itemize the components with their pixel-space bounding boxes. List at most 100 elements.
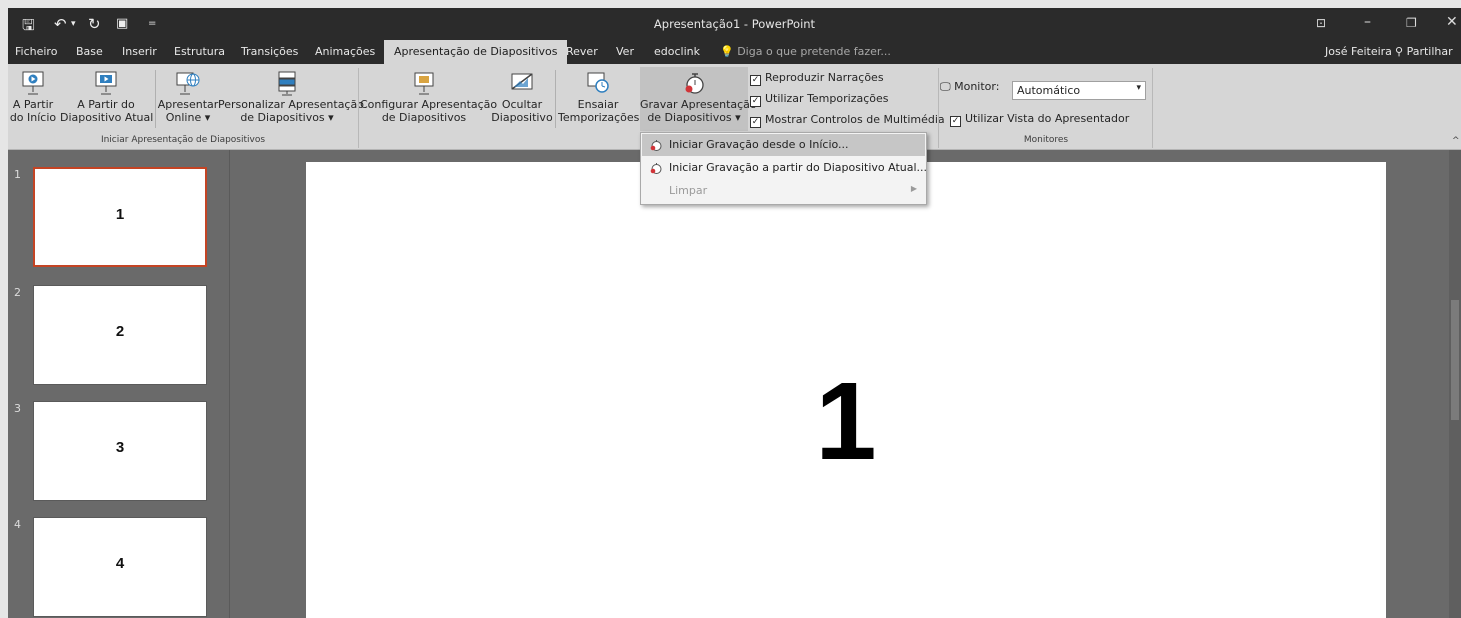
collapse-ribbon-icon[interactable]: ^: [1452, 136, 1460, 146]
media-controls-checkbox[interactable]: ✓ Mostrar Controlos de Multimédia: [750, 113, 945, 128]
window-title: Apresentação1 - PowerPoint: [653, 17, 816, 31]
setup-slide-show-button[interactable]: Configurar Apresentação de Diapositivos: [360, 70, 498, 124]
rehearse-line2: Temporizações: [558, 111, 640, 124]
setup-show-line1: Configurar Apresentação: [360, 98, 498, 111]
powerpoint-window: 🖫 ↶ ▾ ↻ ▣ = Apresentação1 - PowerPoint ⊡…: [8, 8, 1461, 618]
lightbulb-icon: 💡: [720, 45, 734, 58]
monitor-icon: 🖵: [940, 80, 951, 93]
slide-title-text[interactable]: 1: [306, 367, 1386, 477]
monitors-group-label: Monitores: [1023, 135, 1069, 145]
slide-thumbnail-text: 1: [115, 206, 125, 223]
custom-slide-show-button[interactable]: Personalizar Apresentação de Diapositivo…: [218, 70, 364, 124]
slide-thumbnail-2[interactable]: 2: [33, 285, 207, 385]
play-narrations-label: Reproduzir Narrações: [765, 71, 884, 84]
tab-insert[interactable]: Inserir: [122, 45, 157, 58]
record-line2: de Diapositivos ▾: [647, 111, 741, 124]
ribbon-display-options-icon[interactable]: ⊡: [1316, 16, 1326, 30]
tell-me-placeholder: Diga o que pretende fazer...: [737, 45, 891, 58]
group-separator: [1152, 68, 1153, 148]
from-current-line1: A Partir do: [77, 98, 135, 111]
slide-thumbnail-1[interactable]: 1: [33, 167, 207, 267]
slide-canvas[interactable]: 1: [306, 162, 1386, 618]
globe-projector-icon: [176, 72, 200, 95]
slide-thumbnail-text: 3: [115, 439, 125, 456]
slide-thumbnail-text: 4: [115, 555, 125, 572]
presenter-view-label: Utilizar Vista do Apresentador: [965, 112, 1130, 125]
scrollbar-thumb[interactable]: [1451, 300, 1459, 420]
rehearse-timings-button[interactable]: Ensaiar Temporizações: [558, 70, 640, 124]
record-line1: Gravar Apresentação: [640, 98, 757, 111]
projector-current-icon: [95, 71, 117, 95]
slide-thumbnail-4[interactable]: 4: [33, 517, 207, 617]
monitor-label: Monitor:: [954, 80, 1000, 93]
tab-review[interactable]: Rever: [566, 45, 598, 58]
title-bar: 🖫 ↶ ▾ ↻ ▣ = Apresentação1 - PowerPoint ⊡…: [8, 8, 1461, 40]
tab-design[interactable]: Estrutura: [174, 45, 225, 58]
record-stopwatch-icon: [685, 73, 704, 94]
monitor-select[interactable]: Automático ▾: [1012, 81, 1146, 100]
hide-slide-icon: [511, 73, 533, 90]
custom-show-icon: [278, 71, 296, 96]
slide-number: 3: [14, 402, 21, 415]
monitor-row: 🖵 Monitor:: [940, 80, 999, 94]
from-beginning-line2: do Início: [9, 111, 57, 124]
slide-number: 1: [14, 168, 21, 181]
setup-show-line2: de Diapositivos: [381, 111, 467, 124]
presenter-view-checkbox[interactable]: ✓ Utilizar Vista do Apresentador: [950, 112, 1129, 127]
record-from-beginning-item[interactable]: Iniciar Gravação desde o Início...: [642, 134, 925, 156]
tab-transitions[interactable]: Transições: [241, 45, 298, 58]
rehearse-line1: Ensaiar: [577, 98, 619, 111]
custom-show-line2: de Diapositivos ▾: [240, 111, 334, 124]
chevron-down-icon: ▾: [1136, 83, 1141, 93]
tab-home[interactable]: Base: [76, 45, 103, 58]
setup-projector-icon: [414, 72, 434, 95]
check-icon: ✓: [750, 117, 761, 128]
share-label: Partilhar: [1406, 45, 1453, 58]
person-icon: ⚲: [1395, 45, 1404, 58]
check-icon: ✓: [950, 116, 961, 127]
minimize-button[interactable]: –: [1364, 14, 1371, 30]
custom-show-line1: Personalizar Apresentação: [218, 98, 364, 111]
close-button[interactable]: ✕: [1446, 14, 1458, 30]
hide-slide-button[interactable]: Ocultar Diapositivo: [490, 70, 554, 124]
media-controls-label: Mostrar Controlos de Multimédia: [765, 113, 945, 126]
hide-slide-line1: Ocultar: [501, 98, 543, 111]
from-current-slide-button[interactable]: A Partir do Diapositivo Atual: [60, 70, 154, 124]
projector-play-icon: [22, 71, 44, 95]
slide-thumbnail-text: 2: [115, 323, 125, 340]
ribbon-separator: [555, 70, 556, 128]
tab-view[interactable]: Ver: [616, 45, 634, 58]
restore-button[interactable]: ❐: [1406, 16, 1417, 30]
tab-edoclink[interactable]: edoclink: [654, 45, 700, 58]
present-online-button[interactable]: Apresentar Online ▾: [156, 70, 220, 124]
stopwatch-icon: [650, 163, 662, 174]
from-beginning-line1: A Partir: [12, 98, 54, 111]
clear-label: Limpar: [669, 184, 708, 197]
user-name[interactable]: José Feiteira: [1325, 45, 1392, 58]
tab-file[interactable]: Ficheiro: [15, 45, 57, 58]
play-narrations-checkbox[interactable]: ✓ Reproduzir Narrações: [750, 71, 884, 86]
stopwatch-icon: [650, 140, 662, 151]
submenu-arrow-icon: ▶: [910, 184, 917, 193]
record-from-current-item[interactable]: Iniciar Gravação a partir do Diapositivo…: [642, 157, 928, 179]
check-icon: ✓: [750, 75, 761, 86]
start-slideshow-group-label: Iniciar Apresentação de Diapositivos: [100, 135, 266, 145]
use-timings-checkbox[interactable]: ✓ Utilizar Temporizações: [750, 92, 888, 107]
check-icon: ✓: [750, 96, 761, 107]
record-slide-show-button[interactable]: Gravar Apresentação de Diapositivos ▾: [640, 67, 757, 131]
group-separator: [938, 68, 939, 148]
slide-thumbnails-pane: 1 1 2 2 3 3 4 4: [8, 150, 230, 618]
tab-animations[interactable]: Animações: [315, 45, 375, 58]
from-beginning-button[interactable]: A Partir do Início: [8, 70, 58, 124]
record-from-beginning-label: Iniciar Gravação desde o Início...: [669, 138, 849, 151]
clear-item[interactable]: Limpar ▶: [642, 180, 925, 202]
present-online-line1: Apresentar: [157, 98, 219, 111]
tell-me-search[interactable]: 💡 Diga o que pretende fazer...: [720, 45, 891, 58]
record-dropdown-menu: Iniciar Gravação desde o Início... Inici…: [640, 132, 927, 205]
from-current-line2: Diapositivo Atual: [60, 111, 154, 124]
vertical-scrollbar[interactable]: [1449, 150, 1461, 618]
record-from-current-label: Iniciar Gravação a partir do Diapositivo…: [669, 161, 928, 174]
share-button[interactable]: ⚲ Partilhar: [1395, 45, 1453, 58]
slide-thumbnail-3[interactable]: 3: [33, 401, 207, 501]
tab-slide-show[interactable]: Apresentação de Diapositivos: [384, 40, 568, 64]
